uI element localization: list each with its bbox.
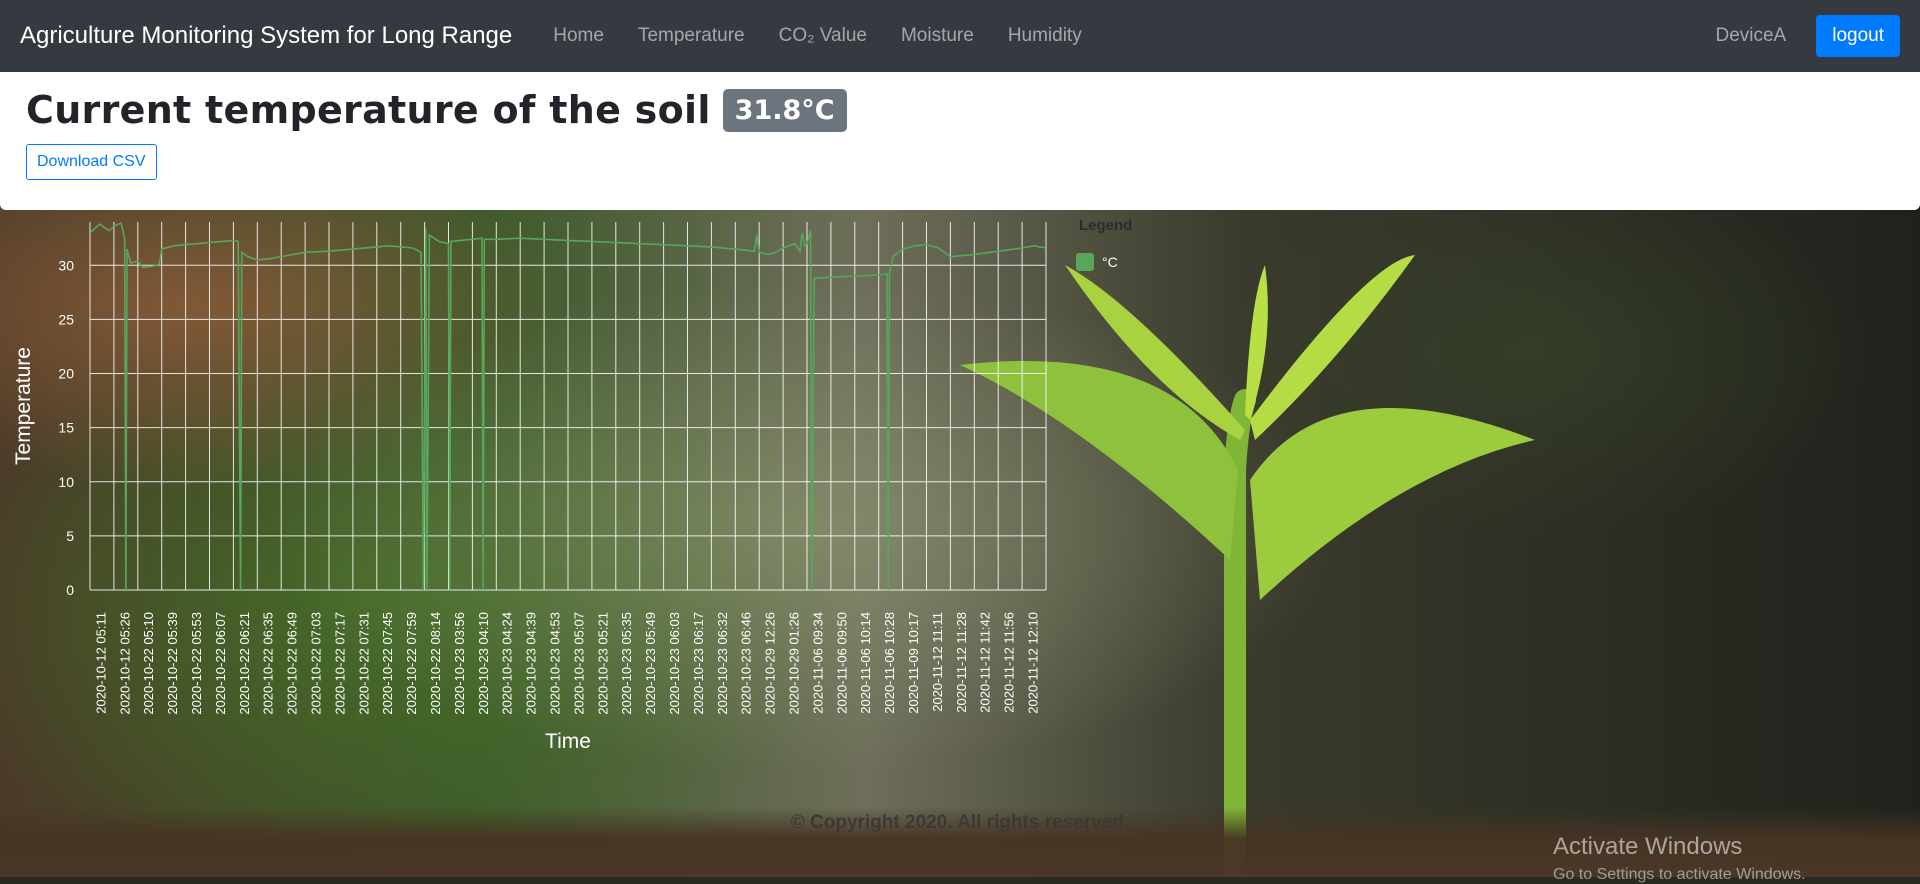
x-tick-label: 2020-11-12 11:11: [930, 612, 945, 712]
x-tick-label: 2020-11-09 10:17: [906, 612, 921, 714]
logout-button[interactable]: logout: [1816, 15, 1900, 57]
x-tick-label: 2020-11-12 11:56: [1002, 612, 1017, 713]
nav-link-co2[interactable]: CO₂ Value: [762, 25, 884, 47]
nav-right: DeviceA logout: [1715, 15, 1900, 57]
x-tick-label: 2020-10-23 06:32: [715, 612, 730, 715]
x-tick-label: 2020-11-06 09:34: [810, 612, 825, 714]
x-tick-label: 2020-10-29 12:26: [763, 612, 778, 715]
x-tick-label: 2020-10-23 04:39: [524, 612, 539, 715]
activate-windows-title: Activate Windows: [1553, 833, 1743, 860]
download-csv-button[interactable]: Download CSV: [26, 144, 157, 180]
y-axis-ticks: 0 5 10 15 20 25 30: [58, 257, 74, 598]
x-tick-label: 2020-10-22 07:31: [356, 612, 371, 715]
x-tick-label: 2020-10-23 06:03: [667, 612, 682, 715]
legend-swatch: [1076, 253, 1094, 271]
y-tick-label: 15: [58, 420, 74, 436]
header-panel: Current temperature of the soil 31.8°C D…: [0, 72, 1920, 210]
title-row: Current temperature of the soil 31.8°C: [26, 88, 1894, 132]
x-axis-ticks: 2020-10-12 05:11 2020-10-12 05:26 2020-10-…: [93, 612, 1040, 715]
x-tick-label: 2020-10-23 05:07: [571, 612, 586, 715]
nav-link-moisture[interactable]: Moisture: [884, 25, 991, 47]
x-tick-label: 2020-10-23 04:10: [476, 612, 491, 715]
legend-item[interactable]: °C: [1076, 253, 1118, 271]
x-tick-label: 2020-10-22 07:45: [380, 612, 395, 715]
x-tick-label: 2020-10-22 06:35: [261, 612, 276, 715]
x-tick-label: 2020-10-29 01:26: [786, 612, 801, 715]
activate-windows-subtitle: Go to Settings to activate Windows.: [1553, 866, 1806, 883]
x-tick-label: 2020-11-12 11:42: [978, 612, 993, 713]
y-axis-title: Temperature: [12, 347, 35, 465]
temperature-badge: 31.8°C: [722, 88, 847, 132]
x-tick-label: 2020-10-22 07:03: [308, 612, 323, 715]
chart-grid: [89, 222, 1047, 591]
legend-label: °C: [1102, 254, 1118, 270]
x-tick-label: 2020-10-22 08:14: [428, 612, 443, 715]
y-tick-label: 5: [66, 528, 74, 544]
brand-title[interactable]: Agriculture Monitoring System for Long R…: [20, 22, 512, 50]
x-tick-label: 2020-10-22 07:17: [332, 612, 347, 715]
y-tick-label: 20: [58, 366, 74, 382]
x-tick-label: 2020-10-23 06:46: [739, 612, 754, 715]
x-tick-label: 2020-10-22 06:21: [237, 612, 252, 715]
y-tick-label: 0: [66, 582, 74, 598]
x-tick-label: 2020-10-22 05:39: [165, 612, 180, 715]
x-tick-label: 2020-10-22 05:53: [189, 612, 204, 715]
x-tick-label: 2020-11-06 10:14: [858, 612, 873, 714]
x-tick-label: 2020-10-23 05:35: [619, 612, 634, 715]
nav-link-temperature[interactable]: Temperature: [621, 25, 762, 47]
nav-link-humidity[interactable]: Humidity: [991, 25, 1099, 47]
x-tick-label: 2020-11-06 10:28: [882, 612, 897, 714]
x-tick-label: 2020-10-23 04:53: [547, 612, 562, 715]
x-tick-label: 2020-10-23 05:49: [643, 612, 658, 715]
footer-copyright: © Copyright 2020. All rights reserved.: [790, 812, 1130, 833]
legend-title: Legend: [1079, 217, 1133, 234]
x-tick-label: 2020-10-22 06:07: [213, 612, 228, 715]
x-tick-label: 2020-10-23 05:21: [595, 612, 610, 715]
page-title: Current temperature of the soil: [26, 88, 711, 132]
nav-link-home[interactable]: Home: [536, 25, 621, 47]
y-tick-label: 25: [58, 311, 74, 327]
x-tick-label: 2020-10-23 03:56: [452, 612, 467, 715]
x-tick-label: 2020-10-23 06:17: [691, 612, 706, 715]
top-navbar: Agriculture Monitoring System for Long R…: [0, 0, 1920, 72]
x-tick-label: 2020-10-22 06:49: [285, 612, 300, 715]
y-tick-label: 10: [58, 474, 74, 490]
x-tick-label: 2020-10-22 05:10: [141, 612, 156, 715]
x-tick-label: 2020-10-22 07:59: [404, 612, 419, 715]
y-tick-label: 30: [58, 257, 74, 273]
x-tick-label: 2020-10-12 05:11: [93, 612, 108, 714]
temperature-chart: 051015202530 2020-10-12 05:11 2020-10-12 …: [12, 221, 1047, 753]
device-link[interactable]: DeviceA: [1715, 25, 1786, 47]
x-axis-title: Time: [545, 730, 591, 753]
x-tick-label: 2020-10-12 05:26: [117, 612, 132, 715]
nav-links: Home Temperature CO₂ Value Moisture Humi…: [536, 25, 1098, 47]
x-tick-label: 2020-10-23 04:24: [500, 612, 515, 715]
x-tick-label: 2020-11-12 11:28: [954, 612, 969, 713]
x-tick-label: 2020-11-06 09:50: [834, 612, 849, 714]
x-tick-label: 2020-11-12 12:10: [1025, 612, 1040, 714]
